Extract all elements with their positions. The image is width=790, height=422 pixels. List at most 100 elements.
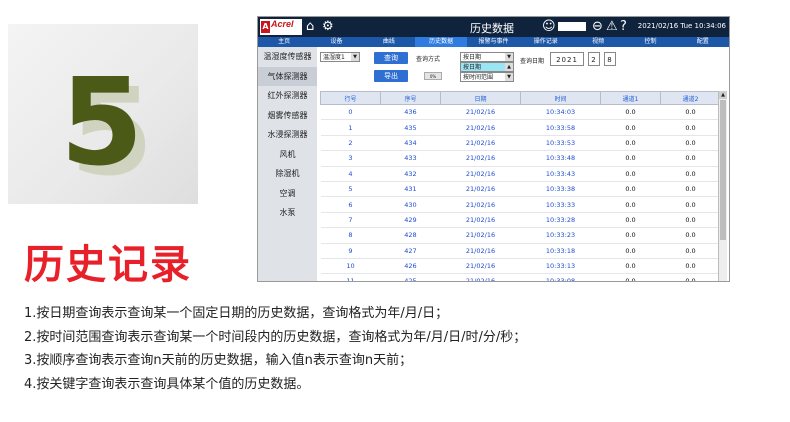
- table-row[interactable]: 7 429 21/02/16 10:33:28 0.0 0.0: [320, 212, 720, 229]
- nav-config[interactable]: 配置: [677, 37, 729, 47]
- table-body: 0 436 21/02/16 10:34:03 0.0 0.0 1 435 21/02/16 10…: [320, 104, 720, 281]
- column-header: 通道2: [660, 91, 720, 105]
- alert-icon[interactable]: ⚠: [606, 19, 618, 35]
- decor-block: 5 5: [8, 24, 198, 204]
- nav-alarm[interactable]: 报警与事件: [467, 37, 519, 47]
- progress-indicator: 0%: [424, 72, 442, 80]
- table-row[interactable]: 10 426 21/02/16 10:33:13 0.0 0.0: [320, 258, 720, 275]
- nav-device[interactable]: 设备: [310, 37, 362, 47]
- menu-item-smoke[interactable]: 烟雾传感器: [258, 106, 317, 126]
- table-cell: 429: [380, 212, 441, 229]
- nav-history[interactable]: 历史数据: [414, 37, 468, 47]
- table-cell: 3: [320, 150, 381, 167]
- help-icon[interactable]: ?: [620, 19, 627, 35]
- table-cell: 0.0: [660, 227, 720, 244]
- method-option-range[interactable]: 按时间范围 ▼: [460, 72, 514, 82]
- method-option-date[interactable]: 按日期 ▲: [460, 62, 514, 72]
- note-item: 2.按时间范围查询表示查询某一个时间段内的历史数据，查询格式为年/月/日/时/分…: [24, 329, 527, 345]
- year-input[interactable]: 2021: [550, 52, 584, 66]
- table-cell: 0.0: [600, 104, 661, 121]
- chevron-down-icon: ▼: [505, 73, 513, 81]
- scroll-up-icon[interactable]: ▲: [719, 91, 727, 99]
- table-row[interactable]: 9 427 21/02/16 10:33:18 0.0 0.0: [320, 243, 720, 259]
- table-cell: 21/02/16: [440, 196, 521, 213]
- table-cell: 0.0: [600, 212, 661, 229]
- table-cell: 428: [380, 227, 441, 244]
- user-field[interactable]: [558, 22, 586, 31]
- nav-curve[interactable]: 曲线: [363, 37, 415, 47]
- table-row[interactable]: 4 432 21/02/16 10:33:43 0.0 0.0: [320, 166, 720, 182]
- table-cell: 0.0: [660, 273, 720, 281]
- device-menu: 温湿度传感器 气体探测器 红外探测器 烟雾传感器 水浸探测器 风机 除湿机 空调…: [258, 47, 317, 281]
- menu-item-dehumidifier[interactable]: 除湿机: [258, 164, 317, 184]
- month-input[interactable]: 2: [588, 52, 600, 66]
- table-cell: 434: [380, 135, 441, 152]
- page-title: 历史数据: [470, 22, 514, 35]
- table-row[interactable]: 11 425 21/02/16 10:33:08 0.0 0.0: [320, 273, 720, 281]
- user-icon[interactable]: ☺: [542, 19, 556, 35]
- table-cell: 10:34:03: [520, 104, 601, 121]
- method-select[interactable]: 按日期 ▼: [460, 52, 514, 62]
- home-icon[interactable]: ⌂: [306, 19, 314, 35]
- menu-item-fan[interactable]: 风机: [258, 145, 317, 165]
- table-cell: 0: [320, 104, 381, 121]
- hmi-header: A Acrel ⌂ ⚙ 历史数据 ☺ ⊖ ⚠ ? 2021/02/16 Tue …: [258, 17, 729, 37]
- table-cell: 21/02/16: [440, 273, 521, 281]
- nav-video[interactable]: 视频: [572, 37, 624, 47]
- menu-item-aircon[interactable]: 空调: [258, 184, 317, 204]
- table-row[interactable]: 2 434 21/02/16 10:33:53 0.0 0.0: [320, 135, 720, 152]
- table-cell: 0.0: [660, 181, 720, 198]
- notes-list: 1.按日期查询表示查询某一个固定日期的历史数据，查询格式为年/月/日； 2.按时…: [24, 302, 526, 396]
- device-select[interactable]: 温湿度1 ▼: [320, 52, 360, 62]
- lock-icon[interactable]: ⊖: [592, 19, 603, 35]
- method-option-range-label: 按时间范围: [463, 74, 494, 81]
- table-cell: 10:33:53: [520, 135, 601, 152]
- logo-mark-icon: A: [261, 21, 270, 33]
- day-input[interactable]: 8: [604, 52, 616, 66]
- table-cell: 10:33:18: [520, 243, 601, 259]
- note-item: 3.按顺序查询表示查询n天前的历史数据，输入值n表示查询n天前；: [24, 353, 413, 368]
- nav-home[interactable]: 主页: [258, 37, 310, 47]
- table-cell: 436: [380, 104, 441, 121]
- table-cell: 7: [320, 212, 381, 229]
- table-row[interactable]: 6 430 21/02/16 10:33:33 0.0 0.0: [320, 196, 720, 213]
- menu-item-infrared[interactable]: 红外探测器: [258, 86, 317, 106]
- table-cell: 10: [320, 258, 381, 275]
- scroll-thumb[interactable]: [720, 100, 726, 240]
- table-cell: 0.0: [660, 196, 720, 213]
- logo-text: Acrel: [271, 19, 294, 29]
- table-row[interactable]: 1 435 21/02/16 10:33:58 0.0 0.0: [320, 119, 720, 136]
- table-cell: 435: [380, 119, 441, 136]
- table-cell: 0.0: [660, 104, 720, 121]
- table-cell: 0.0: [660, 212, 720, 229]
- section-title: 历史记录: [24, 242, 192, 288]
- column-header: 序号: [380, 91, 441, 105]
- table-cell: 0.0: [660, 166, 720, 182]
- note-item: 4.按关键字查询表示查询具体某个值的历史数据。: [24, 376, 310, 392]
- export-button[interactable]: 导出: [374, 70, 408, 82]
- table-cell: 10:33:43: [520, 166, 601, 182]
- nav-oplog[interactable]: 操作记录: [520, 37, 572, 47]
- table-cell: 425: [380, 273, 441, 281]
- table-cell: 0.0: [600, 243, 661, 259]
- nav-control[interactable]: 控制: [624, 37, 676, 47]
- table-cell: 0.0: [600, 196, 661, 213]
- chevron-down-icon: ▼: [351, 53, 359, 61]
- table-row[interactable]: 8 428 21/02/16 10:33:23 0.0 0.0: [320, 227, 720, 244]
- date-label: 查询日期: [520, 58, 545, 65]
- menu-item-water-leak[interactable]: 水浸探测器: [258, 125, 317, 145]
- chevron-down-icon: ▼: [505, 53, 513, 61]
- table-cell: 8: [320, 227, 381, 244]
- table-row[interactable]: 3 433 21/02/16 10:33:48 0.0 0.0: [320, 150, 720, 167]
- menu-item-temp-humidity[interactable]: 温湿度传感器: [258, 47, 317, 67]
- query-button[interactable]: 查询: [374, 52, 408, 64]
- column-header: 通道1: [600, 91, 661, 105]
- table-cell: 1: [320, 119, 381, 136]
- menu-item-pump[interactable]: 水泵: [258, 203, 317, 223]
- table-row[interactable]: 5 431 21/02/16 10:33:38 0.0 0.0: [320, 181, 720, 198]
- table-row[interactable]: 0 436 21/02/16 10:34:03 0.0 0.0: [320, 104, 720, 121]
- gear-icon[interactable]: ⚙: [322, 19, 334, 35]
- table-scrollbar[interactable]: ▲: [718, 91, 727, 281]
- menu-item-gas[interactable]: 气体探测器: [258, 66, 317, 86]
- big-number: 5: [60, 54, 144, 193]
